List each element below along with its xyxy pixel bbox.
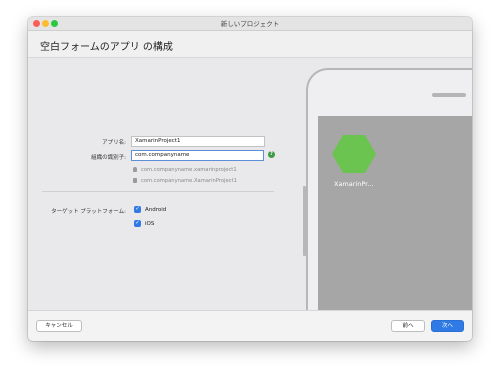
phone-speaker [432, 93, 466, 97]
next-button[interactable]: 次へ [431, 320, 464, 332]
android-checkbox[interactable]: ✓ [134, 206, 141, 213]
target-platforms-label: ターゲット プラットフォーム: [51, 209, 126, 215]
config-panel: アプリ名: XamarinProject1 組織の識別子: com.compan… [28, 58, 472, 341]
page-header: 空白フォームのアプリ の構成 [28, 31, 472, 58]
page-title: 空白フォームのアプリ の構成 [40, 42, 173, 53]
android-package-preview: com.companyname.xamarinproject1 [141, 167, 237, 173]
section-divider [42, 191, 274, 192]
new-project-window: 新しいプロジェクト 空白フォームのアプリ の構成 アプリ名: XamarinPr… [28, 17, 472, 341]
android-icon [133, 167, 137, 172]
help-icon[interactable]: ? [268, 151, 275, 158]
app-icon-label: XamarinPr... [334, 180, 374, 188]
title-bar: 新しいプロジェクト [28, 17, 472, 31]
org-id-label: 組織の識別子: [91, 155, 126, 161]
ios-bundle-preview: com.companyname.XamarinProject1 [141, 178, 237, 184]
ios-checkbox-label[interactable]: iOS [145, 221, 154, 227]
app-name-input[interactable]: XamarinProject1 [131, 136, 265, 147]
ios-checkbox[interactable]: ✓ [134, 220, 141, 227]
android-checkbox-label[interactable]: Android [145, 207, 166, 213]
cancel-button[interactable]: キャンセル [36, 320, 82, 332]
app-name-label: アプリ名: [102, 140, 126, 146]
org-id-input[interactable]: com.companyname [131, 150, 264, 161]
footer-bar: キャンセル 前へ 次へ [28, 310, 472, 341]
window-title: 新しいプロジェクト [220, 20, 280, 28]
apple-icon [133, 178, 137, 183]
back-button[interactable]: 前へ [391, 320, 425, 332]
phone-side-button [303, 186, 306, 256]
